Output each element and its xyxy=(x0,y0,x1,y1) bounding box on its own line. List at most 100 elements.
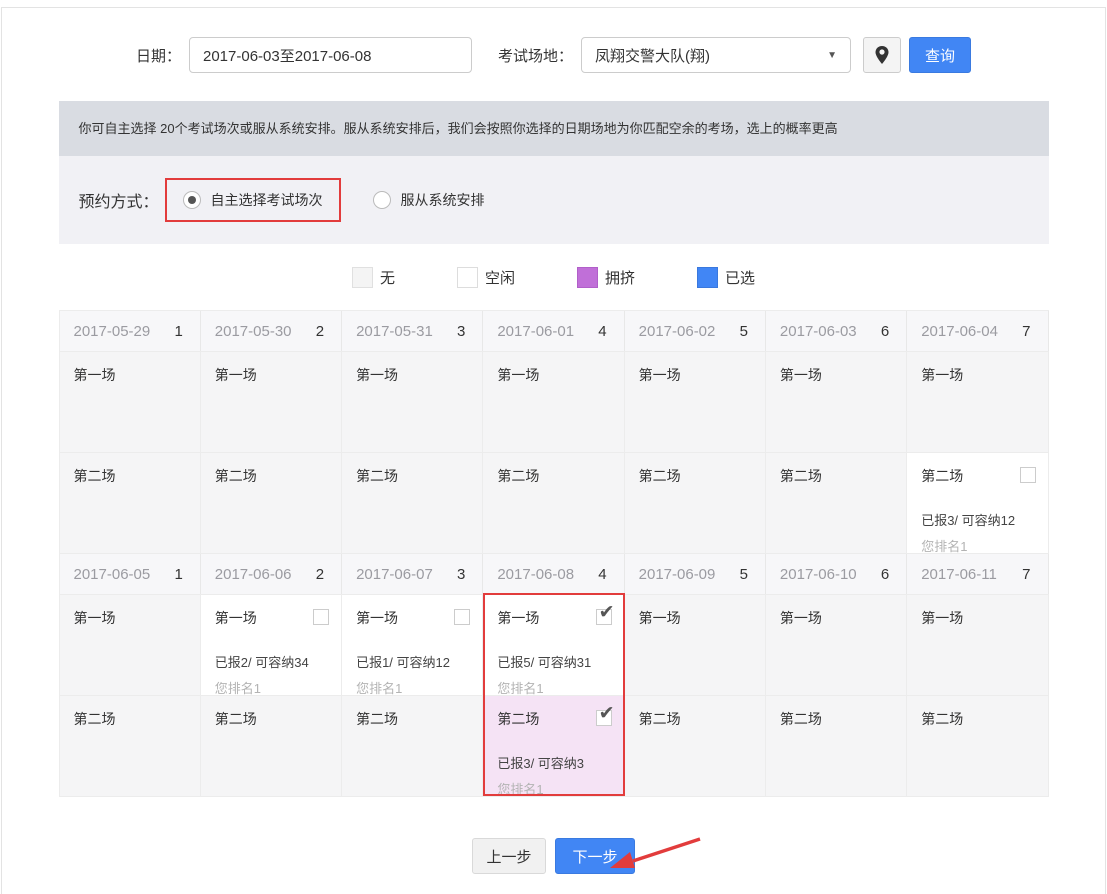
session-name: 第一场 xyxy=(921,610,964,626)
session-checkbox[interactable] xyxy=(1019,467,1036,483)
booking-option-0[interactable]: 自主选择考试场次 xyxy=(164,178,341,222)
session-checkbox[interactable] xyxy=(595,702,615,726)
session-cell: 第一场 xyxy=(624,351,766,452)
radio-icon[interactable] xyxy=(372,191,391,209)
day-weekday-number: 1 xyxy=(174,565,183,583)
session-name: 第二场 xyxy=(214,468,257,484)
week-header-row: 2017-05-29 1 2017-05-30 2 2017-05-31 3 2017-06… xyxy=(59,310,1049,351)
day-header: 2017-06-01 4 xyxy=(483,311,625,351)
session-enrolled-count: 已报5/ 可容纳31 xyxy=(497,655,592,670)
legend-item: 无 xyxy=(351,267,395,288)
day-weekday-number: 3 xyxy=(457,565,466,583)
day-date: 2017-06-03 xyxy=(779,322,857,340)
session-cell[interactable]: 第二场已报3/ 可容纳3 您排名1 xyxy=(483,695,625,797)
session-name: 第一场 xyxy=(779,367,822,383)
session-cell: 第一场 xyxy=(624,594,766,695)
session-enrolled-count: 已报2/ 可容纳34 xyxy=(214,655,309,670)
legend-label: 已选 xyxy=(725,270,756,287)
calendar: 2017-05-29 1 2017-05-30 2 2017-05-31 3 2017-06… xyxy=(58,310,1049,797)
legend-label: 空闲 xyxy=(484,270,515,287)
venue-label: 考试场地： xyxy=(498,47,574,65)
session-row: 第二场 第二场 第二场 第二场 第二场 第二场 第二场 已报3/ 可容纳12 您排名1 xyxy=(59,452,1049,554)
main-content: 你可自主选择 20个考试场次或服从系统安排。服从系统安排后，我们会按照你选择的日… xyxy=(58,101,1049,874)
day-header: 2017-06-02 5 xyxy=(625,311,766,351)
session-cell-top: 第二场 xyxy=(497,702,615,729)
session-name: 第一场 xyxy=(779,610,822,626)
previous-step-button[interactable]: 上一步 xyxy=(472,838,546,874)
day-date: 2017-06-06 xyxy=(214,565,292,583)
session-name: 第二场 xyxy=(73,711,116,727)
session-cell-top: 第一场 xyxy=(215,365,329,385)
session-cell-top: 第一场 xyxy=(356,608,471,628)
session-cell: 第二场 xyxy=(342,452,484,553)
session-cell: 第二场 xyxy=(765,452,908,553)
day-header: 2017-06-08 4 xyxy=(483,554,625,594)
radio-icon[interactable] xyxy=(182,191,201,209)
map-location-button[interactable] xyxy=(863,37,902,73)
session-cell-top: 第一场 xyxy=(497,601,615,628)
day-weekday-number: 3 xyxy=(457,322,466,340)
next-step-button[interactable]: 下一步 xyxy=(555,838,635,874)
session-cell-top: 第二场 xyxy=(780,466,894,486)
booking-option-label: 服从系统安排 xyxy=(400,192,485,208)
session-cell[interactable]: 第一场 已报2/ 可容纳34 您排名1 xyxy=(200,594,343,696)
session-name: 第二场 xyxy=(214,711,257,727)
day-weekday-number: 4 xyxy=(598,322,607,340)
session-checkbox[interactable] xyxy=(454,609,471,625)
session-cell-top: 第二场 xyxy=(921,466,1036,486)
day-date: 2017-06-07 xyxy=(356,565,433,583)
session-enrolled-count: 已报3/ 可容纳3 xyxy=(497,756,585,771)
session-cell: 第一场 xyxy=(200,351,343,452)
session-name: 第一场 xyxy=(73,367,116,383)
legend-label: 拥挤 xyxy=(605,270,636,287)
week-block: 2017-06-05 1 2017-06-06 2 2017-06-07 3 2017-06… xyxy=(58,553,1049,797)
session-cell[interactable]: 第一场已报5/ 可容纳31您排名1 xyxy=(483,594,625,696)
day-date: 2017-06-09 xyxy=(638,565,716,583)
session-row: 第一场 第一场 已报2/ 可容纳34 您排名1 第一场 已报1/ 可容纳12 您排名1 第一场… xyxy=(59,594,1049,696)
session-cell: 第一场 xyxy=(59,594,201,695)
legend-swatch xyxy=(351,267,373,288)
session-name: 第一场 xyxy=(214,610,257,626)
session-enrolled-count: 已报1/ 可容纳12 xyxy=(356,655,450,670)
session-cell: 第二场 xyxy=(483,452,625,553)
session-checkbox[interactable] xyxy=(313,609,330,625)
session-cell: 第一场 xyxy=(59,351,201,452)
session-name: 第二场 xyxy=(638,468,681,484)
session-checkbox[interactable] xyxy=(595,601,615,625)
session-cell-top: 第二场 xyxy=(356,466,470,486)
session-name: 第二场 xyxy=(779,468,822,484)
session-cell: 第二场 xyxy=(624,695,766,796)
session-cell: 第一场 xyxy=(907,594,1049,695)
session-name: 第一场 xyxy=(638,610,681,626)
session-name: 第一场 xyxy=(356,367,399,383)
day-header: 2017-06-07 3 xyxy=(342,554,484,594)
session-cell: 第二场 xyxy=(907,695,1049,796)
session-cell[interactable]: 第一场 已报1/ 可容纳12 您排名1 xyxy=(342,594,484,696)
booking-method-label: 预约方式： xyxy=(78,194,159,211)
session-name: 第二场 xyxy=(638,711,681,727)
legend-item: 空闲 xyxy=(456,267,515,288)
chevron-down-icon: ▼ xyxy=(827,49,838,61)
day-header: 2017-05-29 1 xyxy=(60,311,201,351)
session-cell-top: 第二场 xyxy=(74,466,188,486)
filter-bar: 日期： 考试场地： 凤翔交警大队(翔) ▼ 查询 xyxy=(2,8,1105,101)
booking-option-1[interactable]: 服从系统安排 xyxy=(357,180,501,220)
session-name: 第一场 xyxy=(921,367,964,383)
date-range-input[interactable] xyxy=(189,37,472,73)
session-cell: 第一场 xyxy=(765,351,908,452)
day-weekday-number: 4 xyxy=(598,565,607,583)
map-pin-icon xyxy=(875,46,889,64)
query-button[interactable]: 查询 xyxy=(909,37,972,73)
session-cell: 第二场 xyxy=(200,452,343,553)
legend: 无 空闲 拥挤 已选 xyxy=(59,244,1049,310)
session-name: 第一场 xyxy=(638,367,681,383)
session-enrolled-count: 已报3/ 可容纳12 xyxy=(921,513,1016,528)
session-name: 第一场 xyxy=(356,610,399,626)
session-cell: 第一场 xyxy=(342,351,484,452)
session-cell-top: 第一场 xyxy=(214,608,330,628)
venue-select[interactable]: 凤翔交警大队(翔) ▼ xyxy=(581,37,852,73)
session-cell: 第一场 xyxy=(907,351,1049,452)
day-weekday-number: 7 xyxy=(1022,322,1031,340)
day-date: 2017-06-08 xyxy=(497,565,575,583)
session-cell[interactable]: 第二场 已报3/ 可容纳12 您排名1 xyxy=(907,452,1049,554)
